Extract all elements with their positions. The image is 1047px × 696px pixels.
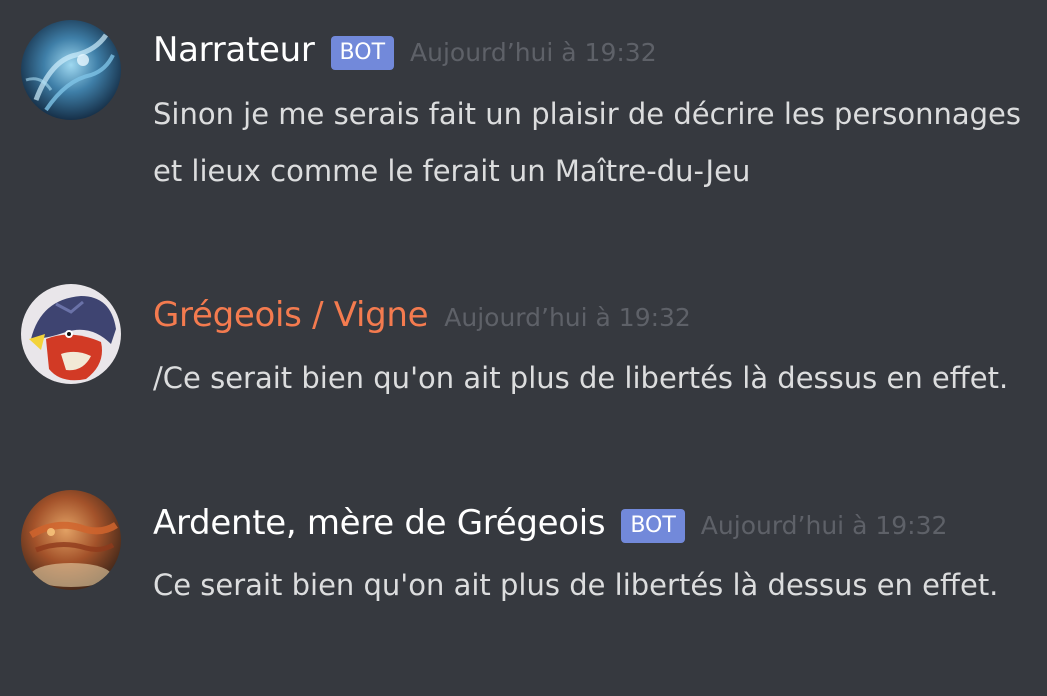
message-header: Grégeois / Vigne Aujourd’hui à 19:32 — [153, 295, 691, 335]
message-header: Ardente, mère de Grégeois BOT Aujourd’hu… — [153, 503, 947, 545]
username[interactable]: Grégeois / Vigne — [153, 295, 429, 335]
avatar-gregeois-vigne[interactable] — [21, 284, 121, 384]
creature-avatar-icon — [21, 284, 121, 384]
message-content: Sinon je me serais fait un plaisir de dé… — [153, 97, 1021, 188]
avatar-narrateur[interactable] — [21, 20, 121, 120]
bot-badge: BOT — [330, 36, 395, 70]
avatar-ardente[interactable] — [21, 490, 121, 590]
message-content: Ce serait bien qu'on ait plus de liberté… — [153, 568, 999, 602]
fire-dragon-avatar-icon — [21, 490, 121, 590]
timestamp[interactable]: Aujourd’hui à 19:32 — [444, 303, 691, 332]
message-content: /Ce serait bien qu'on ait plus de libert… — [153, 361, 1009, 395]
message-gregeois-vigne: Grégeois / Vigne Aujourd’hui à 19:32 /Ce… — [0, 262, 1047, 462]
dragon-avatar-icon — [21, 20, 121, 120]
message-header: Narrateur BOT Aujourd’hui à 19:32 — [153, 30, 657, 72]
message-ardente: Ardente, mère de Grégeois BOT Aujourd’hu… — [0, 468, 1047, 696]
timestamp[interactable]: Aujourd’hui à 19:32 — [701, 511, 948, 540]
timestamp[interactable]: Aujourd’hui à 19:32 — [410, 38, 657, 67]
message-narrateur: Narrateur BOT Aujourd’hui à 19:32 Sinon … — [0, 0, 1047, 260]
username[interactable]: Narrateur — [153, 30, 315, 70]
username[interactable]: Ardente, mère de Grégeois — [153, 503, 606, 543]
bot-badge: BOT — [621, 509, 685, 543]
